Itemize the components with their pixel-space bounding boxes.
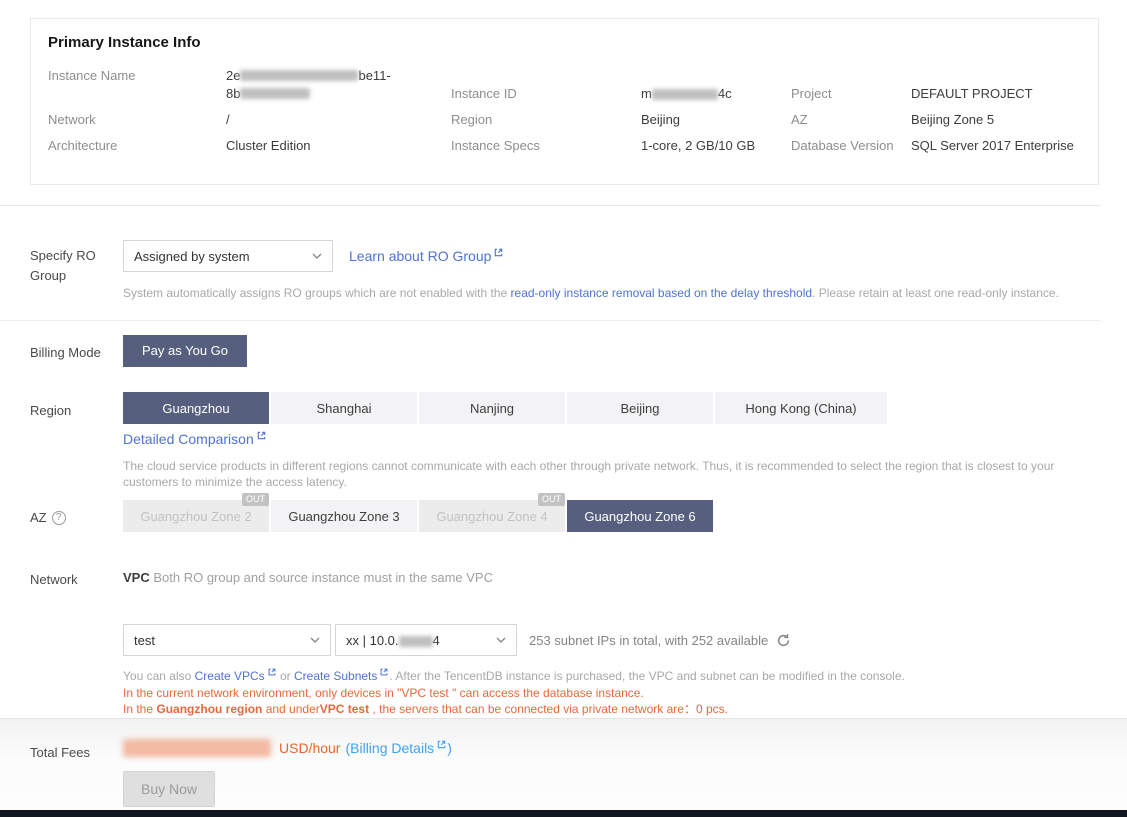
az-tabs: Guangzhou Zone 2 OUT Guangzhou Zone 3 Gu…	[123, 493, 715, 532]
redacted-text	[240, 70, 359, 81]
fee-unit: USD/hour	[279, 740, 341, 756]
ro-group-row: Assigned by system Learn about RO Group	[123, 240, 504, 272]
network-note: You can also Create VPCs or Create Subne…	[123, 667, 905, 683]
architecture-value: Cluster Edition	[226, 138, 311, 153]
primary-instance-info-panel: Primary Instance Info Instance Name 2e be…	[30, 18, 1099, 185]
region-tab-guangzhou[interactable]: Guangzhou	[123, 392, 269, 424]
refresh-icon[interactable]	[776, 633, 791, 648]
region-tab-beijing[interactable]: Beijing	[567, 392, 713, 424]
billing-details-link[interactable]: Billing Details	[350, 740, 447, 756]
region-tabs: Guangzhou Shanghai Nanjing Beijing Hong …	[123, 392, 889, 424]
project-label: Project	[791, 86, 832, 101]
network-warning-1: In the current network environment, only…	[123, 686, 644, 700]
az-tab-zone3[interactable]: Guangzhou Zone 3	[271, 500, 417, 532]
subnet-select[interactable]: xx | 10.0. 4	[335, 624, 517, 656]
total-fees-label: Total Fees	[30, 745, 90, 760]
pay-as-you-go-button[interactable]: Pay as You Go	[123, 335, 248, 367]
az-tab-zone2: Guangzhou Zone 2 OUT	[123, 493, 269, 532]
network-value: /	[226, 112, 230, 127]
database-version-value: SQL Server 2017 Enterprise	[911, 138, 1074, 153]
region-tab-nanjing[interactable]: Nanjing	[419, 392, 565, 424]
out-of-stock-badge: OUT	[242, 493, 269, 506]
external-link-icon	[436, 739, 447, 750]
billing-details-wrap: (Billing Details)	[345, 740, 452, 756]
instance-name-label: Instance Name	[48, 68, 136, 83]
subnet-availability-text: 253 subnet IPs in total, with 252 availa…	[529, 633, 791, 648]
external-link-icon	[256, 430, 267, 441]
redacted-price	[123, 739, 271, 757]
az-tab-zone4: Guangzhou Zone 4 OUT	[419, 493, 565, 532]
delay-threshold-link[interactable]: read-only instance removal based on the …	[511, 286, 813, 300]
instance-id-value: m 4c	[641, 86, 732, 101]
project-value: DEFAULT PROJECT	[911, 86, 1033, 101]
redacted-text	[240, 88, 311, 99]
database-version-label: Database Version	[791, 138, 894, 153]
purchase-footer: Total Fees USD/hour (Billing Details) Bu…	[0, 718, 1127, 810]
chevron-down-icon	[312, 253, 322, 259]
chevron-down-icon	[496, 637, 506, 643]
ro-group-help-text: System automatically assigns RO groups w…	[123, 286, 1059, 300]
help-question-icon[interactable]: ?	[51, 511, 66, 525]
panel-title: Primary Instance Info	[48, 34, 201, 51]
az-tab-zone6[interactable]: Guangzhou Zone 6	[567, 500, 713, 532]
az-label: AZ	[791, 112, 808, 127]
out-of-stock-badge: OUT	[538, 493, 565, 506]
detailed-comparison-link[interactable]: Detailed Comparison	[123, 431, 267, 447]
network-label: Network	[48, 112, 96, 127]
total-fees-line: USD/hour (Billing Details)	[123, 739, 452, 757]
instance-id-label: Instance ID	[451, 86, 517, 101]
create-subnets-link[interactable]: Create Subnets	[294, 667, 389, 683]
instance-specs-value: 1-core, 2 GB/10 GB	[641, 138, 756, 153]
vpc-select[interactable]: test	[123, 624, 331, 656]
network-warning-2: In the Guangzhou region and underVPC tes…	[123, 702, 728, 716]
create-vpcs-link[interactable]: Create VPCs	[195, 667, 277, 683]
ro-instance-purchase-page: Primary Instance Info Instance Name 2e be…	[0, 0, 1127, 817]
architecture-label: Architecture	[48, 138, 118, 153]
external-link-icon	[493, 247, 504, 258]
external-link-icon	[379, 667, 389, 677]
learn-about-ro-group-link[interactable]: Learn about RO Group	[349, 248, 504, 264]
instance-name-value: 2e be11- 8b	[226, 68, 391, 101]
region-tab-hongkong[interactable]: Hong Kong (China)	[715, 392, 887, 424]
buy-now-button[interactable]: Buy Now	[123, 771, 215, 807]
ro-group-select[interactable]: Assigned by system	[123, 240, 333, 272]
instance-info-grid: Instance Name 2e be11- 8b Instance ID m 4c…	[48, 63, 1098, 159]
az-value: Beijing Zone 5	[911, 112, 995, 127]
external-link-icon	[267, 667, 277, 677]
instance-specs-label: Instance Specs	[451, 138, 540, 153]
section-divider	[0, 320, 1100, 321]
region-tab-shanghai[interactable]: Shanghai	[271, 392, 417, 424]
vpc-hint: VPC Both RO group and source instance mu…	[123, 570, 493, 585]
az-section-label: AZ ?	[30, 508, 66, 528]
specify-ro-group-label: Specify RO Group	[30, 248, 96, 283]
region-value: Beijing	[641, 112, 681, 127]
region-description: The cloud service products in different …	[123, 459, 1055, 489]
redacted-text	[398, 635, 433, 647]
network-select-row: test xx | 10.0. 4 253 subnet IPs in total…	[123, 624, 791, 656]
redacted-text	[651, 89, 718, 100]
section-divider	[0, 205, 1100, 206]
network-section-label: Network	[30, 572, 78, 587]
bottom-window-edge	[0, 810, 1127, 817]
region-section-label: Region	[30, 403, 72, 418]
billing-mode-label: Billing Mode	[30, 345, 101, 360]
chevron-down-icon	[310, 637, 320, 643]
region-label: Region	[451, 112, 493, 127]
